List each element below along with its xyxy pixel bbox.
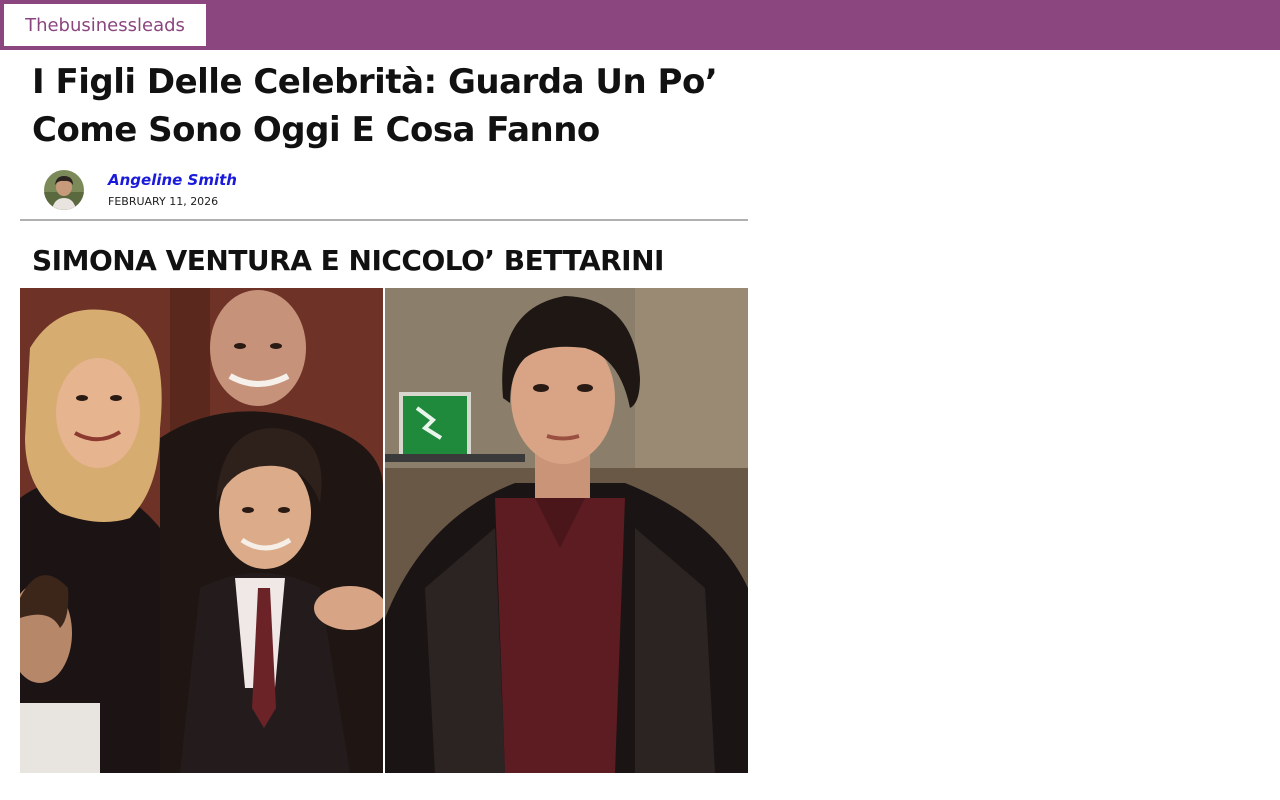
publish-date: FEBRUARY 11, 2026 xyxy=(108,195,219,208)
divider xyxy=(20,219,748,221)
young-man-photo xyxy=(385,288,748,773)
author-name-link[interactable]: Angeline Smith xyxy=(108,171,237,189)
site-logo-link[interactable]: Thebusinessleads xyxy=(4,4,206,46)
author-avatar[interactable] xyxy=(44,170,84,210)
top-bar: Thebusinessleads xyxy=(0,0,1280,50)
article-title: I Figli Delle Celebrità: Guarda Un Po’ C… xyxy=(32,62,718,150)
section-heading: SIMONA VENTURA E NICCOLO’ BETTARINI xyxy=(32,244,664,277)
family-photo xyxy=(20,288,383,773)
